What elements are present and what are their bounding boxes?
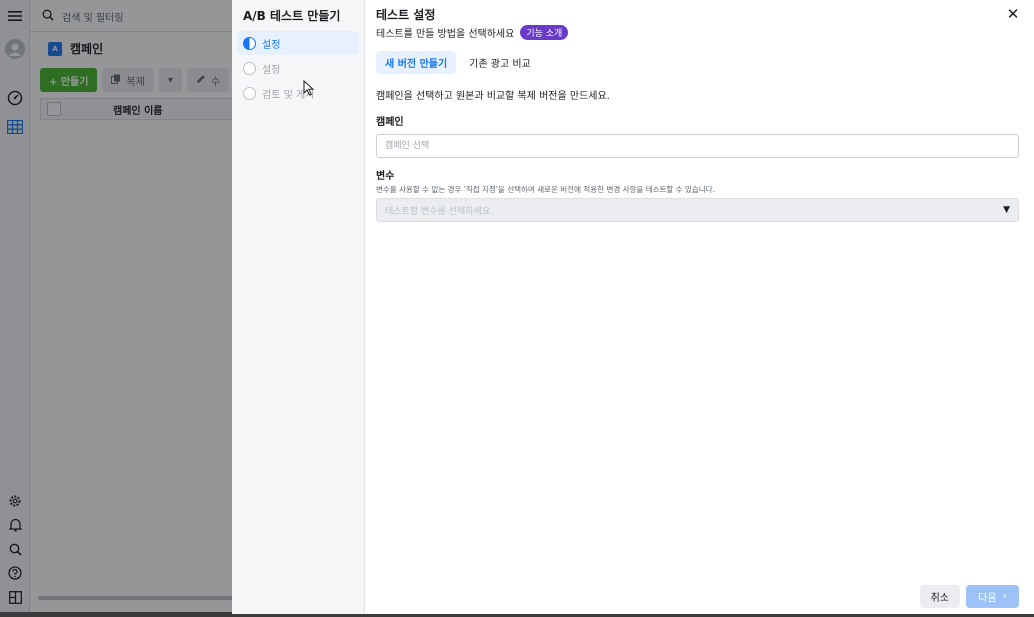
chevron-right-icon: › (1002, 591, 1007, 602)
ab-test-dialog: A/B 테스트 만들기 설정 설정 검토 및 게시 테스트 설정 테스트를 만들… (232, 0, 1034, 614)
next-button[interactable]: 다음 › (966, 585, 1019, 608)
step-circle-icon (243, 61, 256, 75)
tab-compare-existing[interactable]: 기존 광고 비교 (460, 51, 540, 74)
variable-label: 변수 (376, 171, 395, 182)
tab-new-version[interactable]: 새 버전 만들기 (376, 51, 457, 74)
cancel-label: 취소 (930, 593, 949, 604)
step-setup[interactable]: 설정 (237, 31, 359, 55)
steps-title: A/B 테스트 만들기 (243, 9, 341, 23)
variable-select-placeholder: 테스트할 변수를 선택하세요 (385, 206, 491, 217)
dialog-main: 테스트 설정 테스트를 만들 방법을 선택하세요 기능 소개 ✕ 새 버전 만들… (365, 0, 1034, 614)
step-progress-icon (243, 36, 256, 50)
dialog-subtitle: 테스트를 만들 방법을 선택하세요 (376, 29, 515, 40)
mouse-cursor-icon (303, 80, 315, 96)
close-icon[interactable]: ✕ (1004, 5, 1022, 23)
dialog-footer: 취소 다음 › (919, 585, 1019, 608)
campaign-label: 캠페인 (376, 117, 404, 128)
caret-down-icon: ▼ (1003, 205, 1010, 215)
variable-help-text: 변수를 사용할 수 없는 경우 '직접 지정'을 선택하여 새로운 버전에 적용… (376, 185, 715, 194)
step-settings[interactable]: 설정 (237, 56, 359, 80)
method-tabs: 새 버전 만들기 기존 광고 비교 (376, 51, 1019, 74)
tab-description: 캠페인을 선택하고 원본과 비교할 복제 버전을 만드세요. (376, 91, 610, 102)
variable-select[interactable]: 테스트할 변수를 선택하세요 ▼ (376, 198, 1019, 222)
dialog-subtitle-row: 테스트를 만들 방법을 선택하세요 기능 소개 (376, 25, 1019, 40)
cancel-button[interactable]: 취소 (919, 585, 960, 608)
step-label: 설정 (262, 64, 281, 76)
step-review-publish[interactable]: 검토 및 게시 (237, 81, 359, 105)
campaign-input[interactable] (376, 134, 1019, 158)
step-label: 설정 (262, 39, 281, 51)
feature-intro-badge[interactable]: 기능 소개 (520, 25, 569, 40)
steps-sidebar: A/B 테스트 만들기 설정 설정 검토 및 게시 (232, 0, 365, 614)
step-circle-icon (243, 86, 256, 100)
next-label: 다음 (978, 593, 997, 604)
dialog-title: 테스트 설정 (376, 8, 436, 22)
